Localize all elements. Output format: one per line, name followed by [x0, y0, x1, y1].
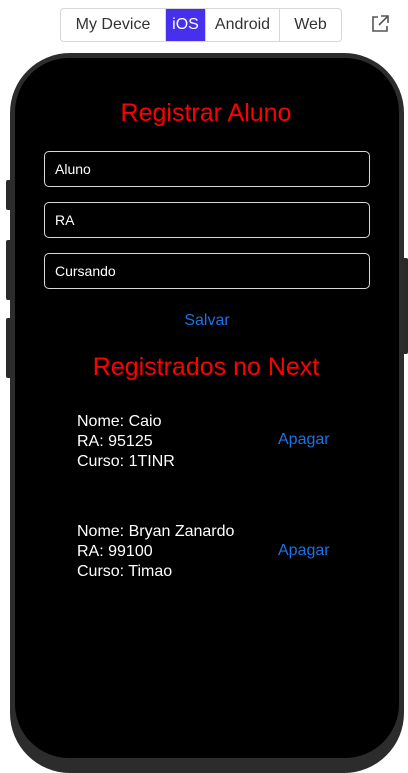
record-ra: RA: 95125: [77, 433, 153, 450]
cursando-input[interactable]: Cursando: [44, 253, 370, 289]
delete-button[interactable]: Apagar: [278, 542, 330, 560]
page-title: Registrar Aluno: [120, 99, 292, 127]
tab-my-device[interactable]: My Device: [61, 9, 166, 41]
record-curso: Curso: Timao: [77, 563, 173, 580]
aluno-input[interactable]: Aluno: [44, 151, 370, 187]
external-link-icon[interactable]: [370, 14, 390, 34]
cursando-placeholder: Cursando: [55, 263, 116, 279]
record-nome: Nome: Caio: [77, 413, 162, 430]
list-item: Nome: Caio RA: 95125 Curso: 1TINR: [77, 412, 175, 472]
save-button[interactable]: Salvar: [15, 312, 399, 330]
tab-ios[interactable]: iOS: [166, 9, 206, 41]
tab-android[interactable]: Android: [206, 9, 280, 41]
platform-tabs: My Device iOS Android Web: [60, 8, 342, 42]
record-ra: RA: 99100: [77, 543, 153, 560]
ra-placeholder: RA: [55, 212, 75, 228]
list-title: Registrados no Next: [92, 353, 320, 381]
tab-web[interactable]: Web: [280, 9, 341, 41]
list-item: Nome: Bryan Zanardo RA: 99100 Curso: Tim…: [77, 522, 234, 582]
ra-input[interactable]: RA: [44, 202, 370, 238]
phone-screen: Registrar Aluno Aluno RA Cursando Salvar…: [15, 58, 399, 758]
record-nome: Nome: Bryan Zanardo: [77, 523, 235, 540]
record-curso: Curso: 1TINR: [77, 453, 175, 470]
delete-button[interactable]: Apagar: [278, 431, 330, 449]
aluno-placeholder: Aluno: [55, 161, 91, 177]
